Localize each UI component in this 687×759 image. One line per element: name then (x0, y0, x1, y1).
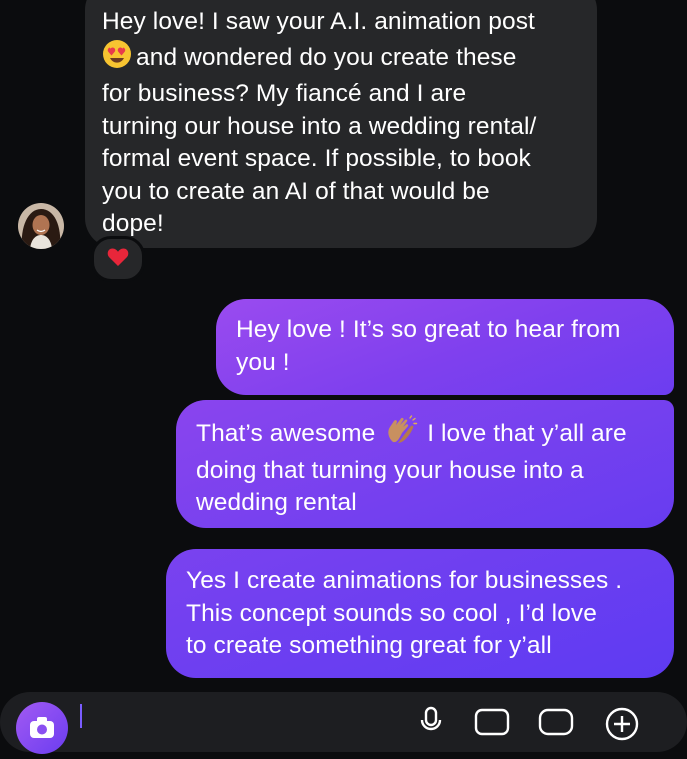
clapping-hands-emoji-icon (384, 415, 418, 455)
message-line: Yes I create animations for businesses . (186, 567, 623, 594)
outgoing-message-bubble[interactable]: Yes I create animations for businesses .… (166, 549, 674, 678)
camera-icon[interactable] (16, 702, 68, 754)
message-line: to create something great for y’all (186, 632, 552, 659)
sender-avatar[interactable] (18, 203, 64, 249)
message-line: for business? My fiancé and I are (102, 80, 467, 107)
sticker-icon[interactable] (538, 706, 574, 741)
outgoing-message-bubble[interactable]: That’s awesome I love that y’all are doi… (176, 400, 674, 528)
message-line: turning our house into a wedding rental/ (102, 112, 537, 140)
message-line: Hey love! I saw your A.I. animation post (102, 8, 535, 35)
gallery-icon[interactable] (474, 706, 510, 741)
message-line-with-emoji: That’s awesome I love that y’all are (196, 415, 674, 455)
message-composer[interactable] (0, 692, 687, 754)
message-line: doing that turning your house into a (196, 456, 584, 484)
message-line: dope! (102, 210, 164, 237)
add-icon[interactable] (604, 706, 640, 747)
text-cursor (80, 704, 82, 728)
microphone-icon[interactable] (420, 706, 442, 741)
message-line: wedding rental (196, 489, 357, 516)
outgoing-message-bubble[interactable]: Hey love ! It’s so great to hear from yo… (216, 299, 674, 395)
message-line: you to create an AI of that would be (102, 177, 490, 205)
message-line-with-emoji: and wondered do you create these (102, 39, 597, 79)
incoming-message-bubble[interactable]: Hey love! I saw your A.I. animation post… (85, 0, 597, 248)
heart-eyes-emoji-icon (102, 39, 132, 79)
message-line: you ! (236, 348, 290, 376)
message-line: formal event space. If possible, to book (102, 145, 531, 172)
heart-icon (107, 247, 129, 272)
heart-reaction[interactable] (91, 236, 145, 282)
message-line: This concept sounds so cool , I’d love (186, 599, 597, 627)
message-line: Hey love ! It’s so great to hear from (236, 316, 621, 343)
